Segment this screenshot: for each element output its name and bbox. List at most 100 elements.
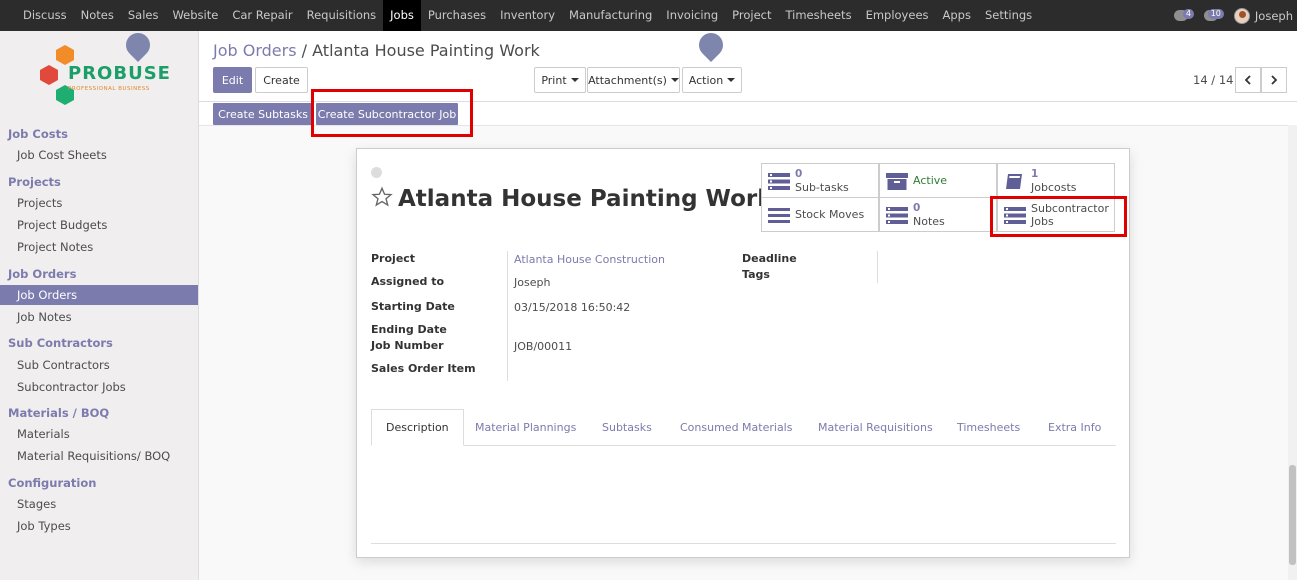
app-menu-item[interactable]: Inventory [493,0,562,31]
sidebar-item[interactable]: Sub Contractors [17,358,110,372]
starting-date-label: Starting Date [371,300,455,313]
attachments-label: Attachment(s) [588,73,667,87]
subtasks-count: 0 [795,168,803,180]
stock-moves-label: Stock Moves [795,208,865,221]
app-menu-item[interactable]: Requisitions [300,0,384,31]
notebook-tab[interactable]: Description [371,409,464,446]
app-menu-item[interactable]: Project [725,0,778,31]
notes-count: 0 [913,202,921,214]
create-subtasks-label: Create Subtasks [218,107,308,121]
scrollbar-thumb[interactable] [1289,465,1296,565]
sidebar-item[interactable]: Projects [17,196,62,210]
sidebar-item-active[interactable]: Job Orders [0,285,198,305]
app-menu-item[interactable]: Settings [978,0,1039,31]
stock-moves-smart-button[interactable]: Stock Moves [761,197,879,232]
droplet-icon [124,29,152,59]
breadcrumb-parent-link[interactable]: Job Orders [213,41,297,60]
jobcosts-smart-button[interactable]: 1 Jobcosts [997,163,1115,198]
user-menu[interactable]: Joseph [1233,7,1293,24]
activity-indicator[interactable]: 4 [1173,9,1194,21]
caret-down-icon [727,78,736,82]
sidebar-item[interactable]: Job Types [17,519,71,533]
pager-next-button[interactable] [1261,67,1287,93]
edit-label: Edit [221,73,244,87]
breadcrumb: Job Orders / Atlanta House Painting Work [213,41,540,60]
book-icon [1006,174,1022,189]
subtasks-smart-button[interactable]: 0 Sub-tasks [761,163,879,198]
list-icon [768,208,790,223]
divider [371,543,1116,544]
create-subtasks-button[interactable]: Create Subtasks [213,103,313,125]
chevron-right-icon [1271,75,1278,85]
top-navbar: Discuss Notes Sales Website Car Repair Requis… [0,0,1297,31]
app-menu-item[interactable]: Notes [74,0,121,31]
sidebar-item[interactable]: Stages [17,497,56,511]
pager-previous-button[interactable] [1235,67,1261,93]
starting-date-value: 03/15/2018 16:50:42 [514,301,631,314]
app-menu-item[interactable]: Invoicing [659,0,725,31]
breadcrumb-separator: / [301,41,308,60]
create-label: Create [263,73,300,87]
highlight-box [311,89,473,137]
sidebar-item[interactable]: Subcontractor Jobs [17,380,126,394]
project-link[interactable]: Atlanta House Construction [514,253,665,266]
star-icon[interactable] [371,186,393,208]
avatar [1233,7,1250,24]
notebook-tab[interactable]: Extra Info [1048,409,1101,446]
sidebar-item[interactable]: Job Notes [17,310,72,324]
field-divider [507,251,508,381]
notebook-tab[interactable]: Consumed Materials [680,409,792,446]
highlight-box [990,196,1127,237]
app-menu-item[interactable]: Purchases [421,0,493,31]
action-label: Action [688,73,724,87]
tags-label: Tags [742,268,770,281]
activity-count: 4 [1182,9,1194,19]
scrollbar[interactable] [1288,125,1297,580]
app-menu-item[interactable]: Discuss [16,0,74,31]
active-toggle-button[interactable]: Active [879,163,997,198]
assigned-to-label: Assigned to [371,275,445,288]
sidebar-section-title: Job Costs [8,127,68,141]
messages-indicator[interactable]: 10 [1203,9,1224,21]
notebook-tab[interactable]: Material Requisitions [818,409,933,446]
app-menu-item[interactable]: Car Repair [225,0,299,31]
notes-smart-button[interactable]: 0 Notes [879,197,997,232]
sidebar-section-title: Job Orders [8,267,77,281]
notebook-tab[interactable]: Timesheets [957,409,1020,446]
systray: 4 10 Joseph [1173,0,1293,31]
app-menu-item[interactable]: Jobs [383,0,421,31]
notebook-tab[interactable]: Subtasks [602,409,652,446]
app-menu: Discuss Notes Sales Website Car Repair Requis… [16,0,1039,31]
app-menu-item[interactable]: Apps [936,0,978,31]
status-indicator[interactable] [371,167,382,178]
jobcosts-count: 1 [1031,168,1039,180]
app-menu-item[interactable]: Manufacturing [562,0,659,31]
sidebar-item[interactable]: Project Budgets [17,218,107,232]
notebook-tab[interactable]: Material Plannings [475,409,576,446]
assigned-to-value: Joseph [514,276,551,289]
print-dropdown[interactable]: Print [534,67,586,93]
record-title: Atlanta House Painting Work [398,186,773,212]
archive-icon [886,173,908,190]
pager-value: 14 / 14 [1193,73,1234,87]
sidebar-item[interactable]: Materials [17,427,70,441]
sidebar-section-title: Configuration [8,476,97,490]
ending-date-label: Ending Date [371,323,447,336]
app-menu-item[interactable]: Employees [859,0,936,31]
sidebar-item[interactable]: Project Notes [17,240,93,254]
sidebar-item[interactable]: Job Cost Sheets [17,148,107,162]
edit-button[interactable]: Edit [213,67,252,93]
app-menu-item[interactable]: Sales [121,0,166,31]
notes-label: Notes [913,215,945,228]
app-menu-item[interactable]: Timesheets [778,0,858,31]
create-button[interactable]: Create [255,67,308,93]
action-dropdown[interactable]: Action [682,67,742,93]
sidebar-item[interactable]: Material Requisitions/ BOQ [17,449,170,463]
attachments-dropdown[interactable]: Attachment(s) [587,67,680,93]
job-number-label: Job Number [371,339,444,352]
job-number-value: JOB/00011 [514,340,573,353]
sales-order-item-label: Sales Order Item [371,362,476,375]
caret-down-icon [670,78,679,82]
sidebar-section-title: Projects [8,175,61,189]
app-menu-item[interactable]: Website [165,0,225,31]
